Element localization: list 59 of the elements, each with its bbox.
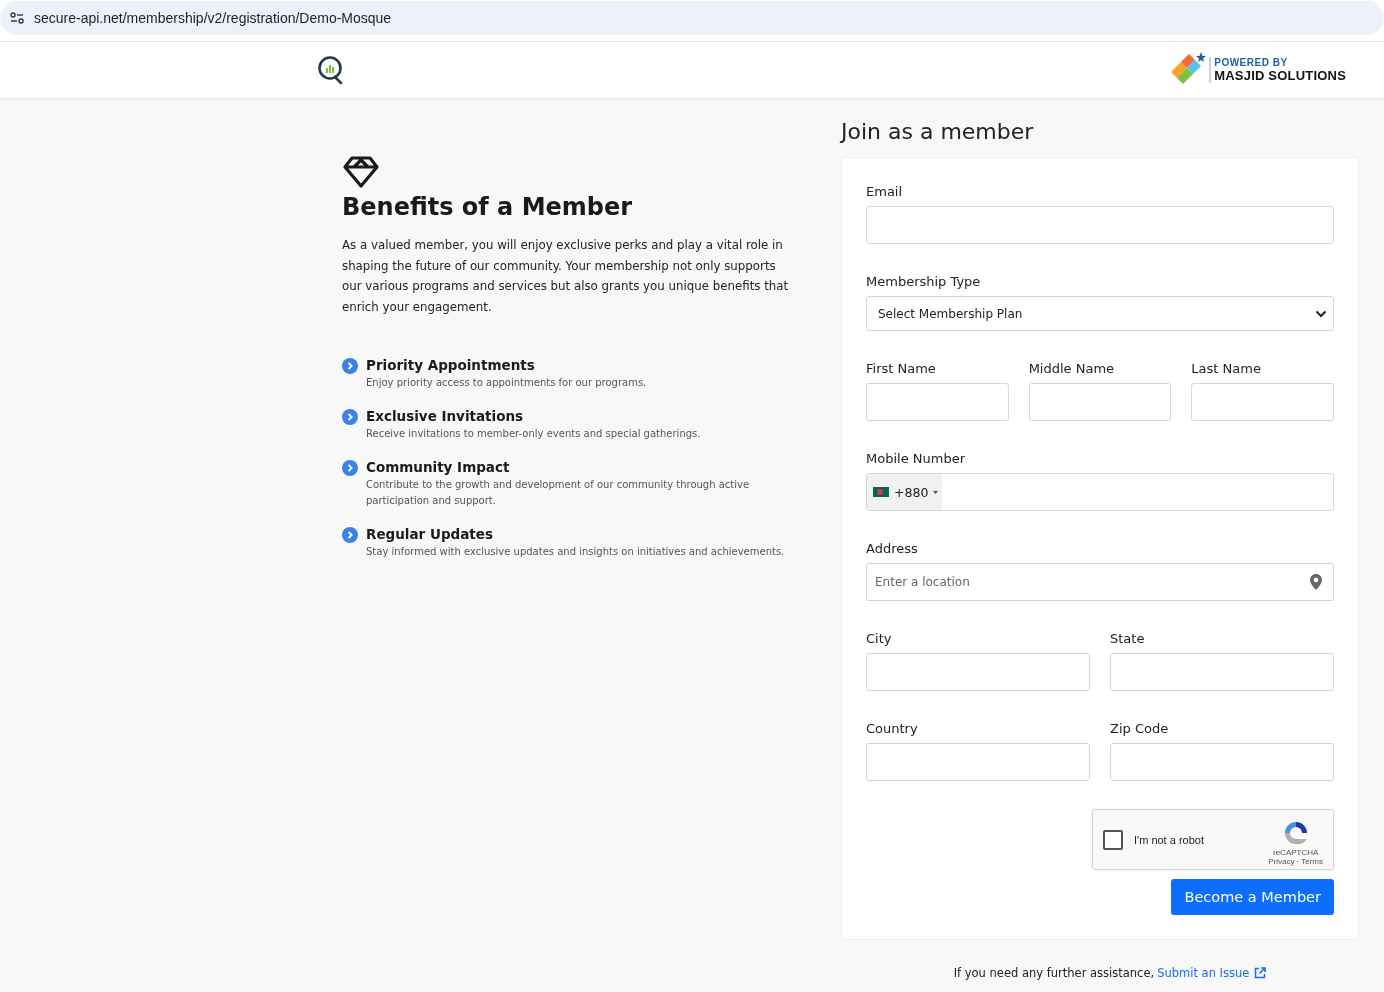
site-settings-icon[interactable] xyxy=(10,12,24,24)
help-text: If you need any further assistance, xyxy=(953,966,1155,980)
benefit-title: Community Impact xyxy=(366,459,511,475)
benefit-title: Priority Appointments xyxy=(366,357,536,373)
phone-field[interactable]: +880 xyxy=(866,473,1334,511)
benefits-intro: As a valued member, you will enjoy exclusive perks and play a vital role in shaping the future of our community. Your membership not only supports our various programs and services but also grants you unique benefits that enrich your engagement. xyxy=(342,237,790,316)
chevron-circle-icon xyxy=(342,409,358,425)
input-field[interactable] xyxy=(866,383,1009,421)
separator-dot: · xyxy=(1296,856,1300,866)
become-member-button[interactable]: Become a Member xyxy=(1171,879,1334,915)
external-link-icon[interactable] xyxy=(1254,967,1267,979)
field-label: Last Name xyxy=(1191,361,1262,376)
field-label: Membership Type xyxy=(866,274,982,289)
input-field[interactable] xyxy=(1110,653,1334,691)
caret-icon xyxy=(933,490,939,494)
input-field[interactable] xyxy=(866,653,1090,691)
benefit-description: Enjoy priority access to appointments for our programs. xyxy=(366,376,647,390)
field-label: Middle Name xyxy=(1028,361,1116,376)
field-label: Email xyxy=(866,184,904,199)
terms-link[interactable]: Terms xyxy=(1301,856,1323,866)
form-heading: Join as a member xyxy=(841,119,1035,144)
address-bar[interactable]: secure-api.net/membership/v2/registration/Demo-Mosque xyxy=(0,1,1384,35)
map-pin-icon xyxy=(1310,574,1322,590)
field-label: Address xyxy=(866,541,919,556)
field-label: Mobile Number xyxy=(866,451,966,466)
country-code-selector[interactable]: +880 xyxy=(867,474,943,510)
field-label: Country xyxy=(866,721,919,736)
brand-name: MASJID SOLUTIONS xyxy=(1214,68,1346,83)
input-field[interactable] xyxy=(1028,383,1172,421)
field-label: First Name xyxy=(866,361,937,376)
location-field[interactable]: Enter a location xyxy=(866,563,1334,601)
field-label: City xyxy=(866,631,893,646)
benefits-heading: Benefits of a Member xyxy=(342,193,634,221)
input-field[interactable] xyxy=(1191,383,1334,421)
benefit-description: Contribute to the growth and development of our community through active participation and support. xyxy=(366,478,751,508)
captcha-label: I'm not a robot xyxy=(1134,833,1205,846)
input-field[interactable] xyxy=(866,206,1334,244)
diamond-icon xyxy=(342,155,380,189)
privacy-link[interactable]: Privacy xyxy=(1268,856,1295,866)
chevron-circle-icon xyxy=(342,358,358,374)
submit-issue-link[interactable]: Submit an Issue xyxy=(1157,966,1250,980)
flag-icon xyxy=(873,487,889,497)
recaptcha-brand: reCAPTCHA xyxy=(1273,847,1319,857)
select-dropdown[interactable]: Select Membership Plan xyxy=(866,296,1334,331)
input-field[interactable] xyxy=(1110,743,1334,781)
input-field[interactable] xyxy=(866,743,1090,781)
chevron-circle-icon xyxy=(342,460,358,476)
benefit-title: Regular Updates xyxy=(366,526,494,542)
caret-icon xyxy=(1315,309,1327,318)
field-label: State xyxy=(1110,631,1146,646)
captcha-checkbox[interactable] xyxy=(1103,829,1123,850)
benefit-title: Exclusive Invitations xyxy=(366,408,525,424)
benefit-description: Receive invitations to member-only events and special gatherings. xyxy=(366,427,701,441)
chevron-circle-icon xyxy=(342,527,358,543)
powered-by-label: POWERED BY xyxy=(1214,57,1289,68)
benefit-description: Stay informed with exclusive updates and insights on initiatives and achievements. xyxy=(366,545,785,559)
field-label: Zip Code xyxy=(1110,721,1170,736)
magnifier-logo-icon[interactable] xyxy=(317,55,345,85)
recaptcha-logo-icon xyxy=(1282,819,1309,846)
